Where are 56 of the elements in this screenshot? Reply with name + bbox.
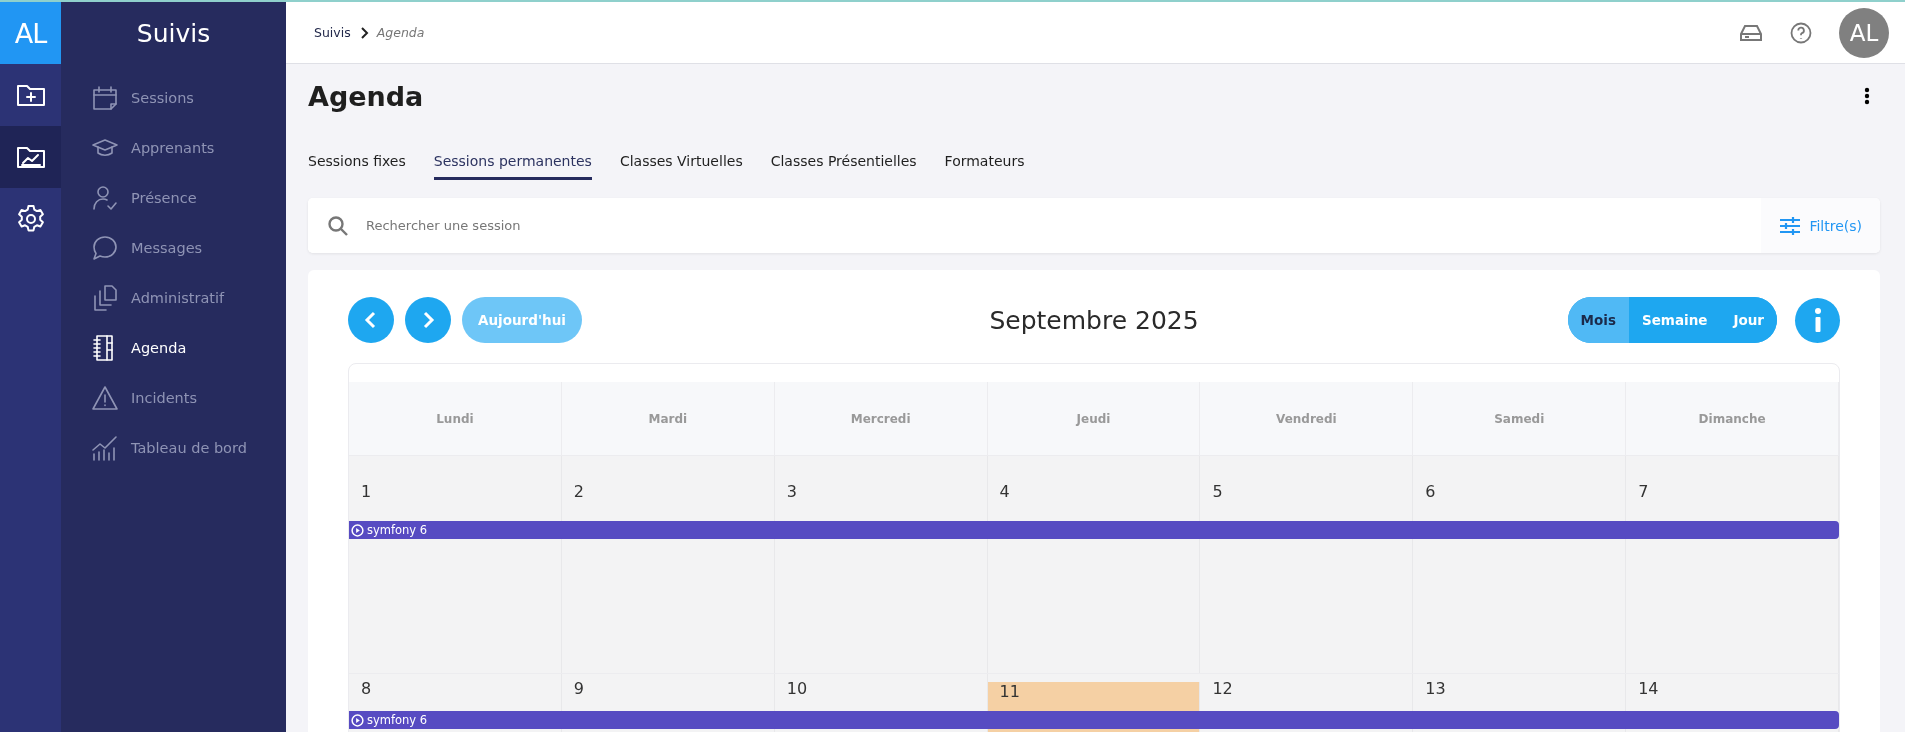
user-avatar[interactable]: AL — [1839, 7, 1889, 58]
previous-button[interactable] — [348, 297, 394, 343]
day-number: 14 — [1638, 679, 1659, 698]
warning-icon — [91, 384, 119, 412]
sidebar-item[interactable]: Messages — [61, 223, 286, 273]
tab[interactable]: Sessions fixes — [308, 153, 406, 180]
day-number: 12 — [1212, 679, 1233, 698]
sidebar-item[interactable]: Administratif — [61, 273, 286, 323]
day-number: 9 — [573, 679, 585, 698]
documents-icon — [91, 284, 119, 312]
sidebar-item[interactable]: Apprenants — [61, 123, 286, 173]
sidebar-item[interactable]: Incidents — [61, 373, 286, 423]
day-number: 3 — [786, 482, 797, 501]
day-number: 5 — [1212, 482, 1223, 501]
breadcrumb-link[interactable]: Suivis — [314, 25, 351, 40]
play-circle-icon — [351, 713, 364, 727]
sidebar-item[interactable]: Tableau de bord — [61, 423, 286, 473]
search-icon — [326, 213, 350, 238]
search-field[interactable]: Rechercher une session — [308, 198, 1762, 253]
bar-chart-icon — [91, 434, 119, 462]
day-number: 7 — [1638, 482, 1649, 501]
sliders-icon — [1779, 215, 1802, 236]
page-title: Agenda — [308, 80, 424, 112]
view-toggle[interactable]: Mois — [1567, 297, 1629, 343]
person-check-icon — [91, 184, 119, 212]
month-title: Septembre 2025 — [989, 305, 1199, 335]
day-number: 4 — [999, 482, 1010, 501]
event-bar[interactable]: symfony 6 — [349, 521, 1839, 539]
sidebar-item[interactable]: Présence — [61, 173, 286, 223]
tab[interactable]: Classes Présentielles — [770, 153, 917, 180]
tab[interactable]: Sessions permanentes — [433, 153, 592, 180]
day-number: 13 — [1425, 679, 1446, 698]
event-bar[interactable]: symfony 6 — [349, 711, 1839, 729]
sidebar-item[interactable]: Sessions — [61, 73, 286, 123]
day-number: 8 — [361, 679, 372, 698]
next-button[interactable] — [405, 297, 451, 343]
speech-bubble-icon — [91, 234, 119, 262]
sidebar-title: Suivis — [135, 18, 212, 50]
day-cell[interactable]: 11 — [987, 682, 1201, 711]
help-icon[interactable] — [1789, 20, 1813, 45]
play-circle-icon — [351, 523, 364, 537]
more-options-icon[interactable] — [1864, 86, 1870, 106]
day-number: 11 — [999, 682, 1020, 701]
day-number: 10 — [786, 679, 808, 698]
sidebar-item[interactable]: Agenda — [61, 323, 286, 373]
day-number: 1 — [361, 482, 372, 501]
info-icon — [1812, 307, 1823, 333]
info-button[interactable] — [1795, 297, 1840, 343]
chevron-right-icon — [358, 26, 369, 39]
tab[interactable]: Formateurs — [944, 153, 1025, 180]
breadcrumb-current: Agenda — [376, 25, 425, 40]
day-number: 2 — [573, 482, 585, 501]
day-number: 6 — [1425, 482, 1436, 501]
calendar-icon — [91, 84, 119, 112]
search-input[interactable]: Rechercher une session — [364, 217, 1762, 234]
tab[interactable]: Classes Virtuelles — [619, 153, 743, 180]
